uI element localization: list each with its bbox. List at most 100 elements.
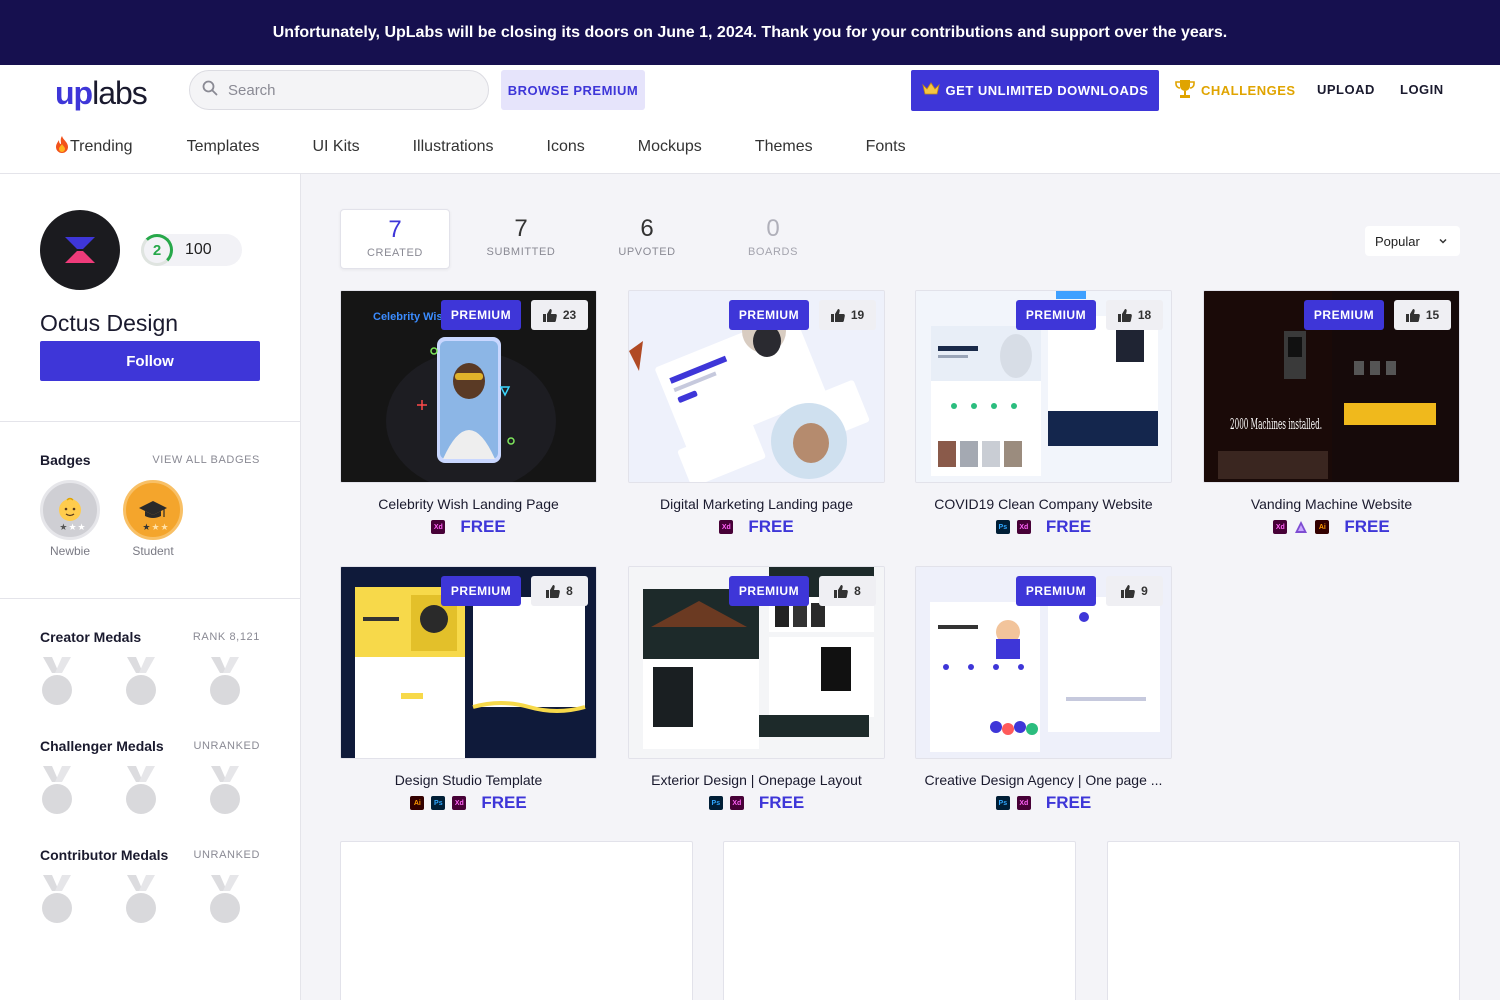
loading-card-placeholder — [1107, 841, 1460, 1000]
card-thumbnail[interactable]: PREMIUM 9 — [915, 566, 1172, 759]
card-title[interactable]: Celebrity Wish Landing Page — [340, 496, 597, 512]
browse-premium-button[interactable]: BROWSE PREMIUM — [501, 70, 645, 110]
xd-icon: Xd — [1273, 520, 1288, 534]
card-thumbnail[interactable]: Celebrity Wish PREMIUM 23 — [340, 290, 597, 483]
tab-label: UPVOTED — [618, 246, 676, 258]
contributor-medals-title: Contributor Medals — [40, 847, 169, 863]
card-title[interactable]: Digital Marketing Landing page — [628, 496, 885, 512]
nav-item-templates[interactable]: Templates — [187, 138, 260, 156]
nav-item-themes[interactable]: Themes — [755, 138, 813, 156]
premium-badge: PREMIUM — [729, 576, 809, 606]
thumb-headline: Celebrity Wish — [373, 311, 450, 323]
level-points: 100 — [185, 241, 212, 258]
like-count: 23 — [562, 308, 577, 322]
design-card[interactable]: PREMIUM 8 Exterior Design | Onepage Layo… — [628, 566, 885, 814]
profile-tabs: 7 CREATED 7 SUBMITTED 6 UPVOTED 0 BOARDS — [340, 209, 844, 269]
like-button[interactable]: 19 — [819, 300, 876, 330]
tab-submitted[interactable]: 7 SUBMITTED — [466, 209, 576, 269]
site-header: uplabs BROWSE PREMIUM GET UNLIMITED DOWN… — [0, 65, 1500, 174]
closing-banner: Unfortunately, UpLabs will be closing it… — [0, 0, 1500, 65]
medal-icon — [40, 766, 74, 814]
category-nav: Trending Templates UI Kits Illustrations… — [54, 135, 959, 158]
photoshop-icon: Ps — [708, 796, 723, 810]
like-button[interactable]: 8 — [819, 576, 876, 606]
medal-icon — [124, 657, 158, 705]
baby-icon: ★★★ — [40, 480, 100, 540]
like-button[interactable]: 9 — [1106, 576, 1163, 606]
chevron-down-icon — [1438, 234, 1448, 249]
uplabs-logo[interactable]: up labs — [55, 73, 148, 113]
view-all-badges-link[interactable]: VIEW ALL BADGES — [152, 454, 260, 466]
card-thumbnail[interactable]: 2000 Machines installed. PREMIUM 15 — [1203, 290, 1460, 483]
profile-sidebar: 2 100 Octus Design Follow Badges VIEW AL… — [0, 174, 301, 1000]
medal-icon — [208, 875, 242, 923]
card-price: FREE — [460, 517, 506, 536]
premium-badge: PREMIUM — [1016, 300, 1096, 330]
search-bar[interactable] — [189, 70, 489, 110]
like-button[interactable]: 18 — [1106, 300, 1163, 330]
badge-student[interactable]: ★★★ Student — [123, 480, 183, 558]
badge-label: Student — [132, 544, 174, 558]
challenges-link[interactable]: CHALLENGES — [1175, 77, 1296, 103]
card-title[interactable]: Vanding Machine Website — [1203, 496, 1460, 512]
trophy-icon — [1175, 78, 1195, 103]
affinity-icon — [1294, 520, 1308, 534]
medal-icon — [40, 657, 74, 705]
design-card[interactable]: PREMIUM 8 Design Studio Template Ai Ps X… — [340, 566, 597, 814]
card-title[interactable]: Creative Design Agency | One page ... — [915, 772, 1172, 788]
tab-upvoted[interactable]: 6 UPVOTED — [592, 209, 702, 269]
card-title[interactable]: COVID19 Clean Company Website — [915, 496, 1172, 512]
design-card[interactable]: PREMIUM 18 COVID19 Clean Company Website… — [915, 290, 1172, 538]
challenger-rank: UNRANKED — [193, 740, 260, 752]
card-title[interactable]: Exterior Design | Onepage Layout — [628, 772, 885, 788]
like-button[interactable]: 8 — [531, 576, 588, 606]
illustrator-icon: Ai — [410, 796, 425, 810]
design-card[interactable]: PREMIUM 9 Creative Design Agency | One p… — [915, 566, 1172, 814]
tab-count: 6 — [640, 215, 654, 242]
thumbs-up-icon — [1121, 584, 1135, 598]
loading-card-placeholder — [340, 841, 693, 1000]
card-meta: Ps Xd FREE — [628, 792, 885, 814]
card-thumbnail[interactable]: PREMIUM 19 — [628, 290, 885, 483]
nav-item-illustrations[interactable]: Illustrations — [413, 138, 494, 156]
thumbs-up-icon — [830, 308, 845, 322]
like-button[interactable]: 23 — [531, 300, 588, 330]
nav-item-mockups[interactable]: Mockups — [638, 138, 702, 156]
like-button[interactable]: 15 — [1394, 300, 1451, 330]
premium-badge: PREMIUM — [1304, 300, 1384, 330]
design-card[interactable]: 2000 Machines installed. PREMIUM 15 Vand… — [1203, 290, 1460, 538]
thumbs-up-icon — [1405, 308, 1420, 322]
follow-button[interactable]: Follow — [40, 341, 260, 381]
card-thumbnail[interactable]: PREMIUM 8 — [628, 566, 885, 759]
search-input[interactable] — [228, 81, 468, 99]
tab-boards[interactable]: 0 BOARDS — [718, 209, 828, 269]
creator-rank: RANK 8,121 — [192, 631, 260, 643]
medal-icon — [124, 875, 158, 923]
nav-item-ui-kits[interactable]: UI Kits — [312, 138, 359, 156]
xd-icon: Xd — [719, 520, 734, 534]
tab-label: SUBMITTED — [486, 246, 556, 258]
avatar[interactable] — [40, 210, 120, 290]
login-link[interactable]: LOGIN — [1400, 82, 1444, 97]
banner-text: Unfortunately, UpLabs will be closing it… — [272, 23, 1228, 41]
design-card[interactable]: PREMIUM 19 Digital Marketing Landing pag… — [628, 290, 885, 538]
upload-link[interactable]: UPLOAD — [1317, 82, 1375, 97]
card-meta: Xd Ai FREE — [1203, 516, 1460, 538]
tab-count: 0 — [766, 215, 780, 242]
premium-badge: PREMIUM — [441, 576, 521, 606]
card-thumbnail[interactable]: PREMIUM 8 — [340, 566, 597, 759]
card-price: FREE — [758, 793, 805, 812]
nav-item-fonts[interactable]: Fonts — [866, 138, 906, 156]
card-title[interactable]: Design Studio Template — [340, 772, 597, 788]
card-thumbnail[interactable]: PREMIUM 18 — [915, 290, 1172, 483]
get-unlimited-downloads-button[interactable]: GET UNLIMITED DOWNLOADS — [911, 70, 1159, 111]
tab-created[interactable]: 7 CREATED — [340, 209, 450, 269]
medal-icon — [208, 657, 242, 705]
medal-icon — [40, 875, 74, 923]
nav-item-icons[interactable]: Icons — [547, 138, 585, 156]
badge-newbie[interactable]: ★★★ Newbie — [40, 480, 100, 558]
divider — [0, 421, 300, 422]
nav-item-trending[interactable]: Trending — [54, 135, 133, 158]
design-card[interactable]: Celebrity Wish PREMIUM 23 Celebrity Wish… — [340, 290, 597, 538]
sort-dropdown[interactable]: Popular — [1365, 226, 1460, 256]
